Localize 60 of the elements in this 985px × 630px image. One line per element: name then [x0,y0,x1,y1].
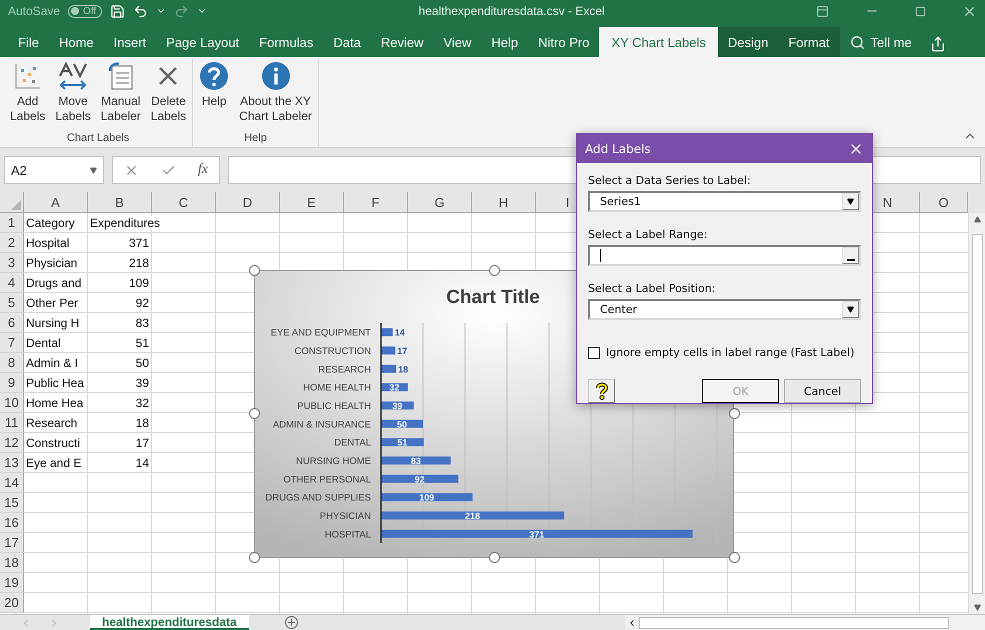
category-label: NURSING HOME [296,456,371,467]
chart-title: Chart Title [446,287,540,308]
table-cell: Nursing H [26,316,80,330]
table-cell: 83 [136,316,149,330]
group-label: Help [243,132,268,146]
category-label: RESEARCH [318,364,371,376]
category-label: CONSTRUCTION [294,346,371,357]
table-cell: 32 [136,396,149,410]
category-label: DRUGS AND SUPPLIES [265,492,371,504]
data-label: 39 [392,401,402,411]
category-label: DENTAL [334,438,371,449]
table-cell: 50 [136,356,149,370]
table-cell: 51 [136,336,149,350]
data-label: 32 [389,382,400,393]
category-label: PUBLIC HEALTH [297,401,371,412]
data-label: 218 [465,511,480,521]
data-label: 50 [397,419,407,430]
table-cell: Other Per [26,296,78,310]
data-label: 109 [419,492,434,503]
data-label: 17 [397,346,408,356]
data-label: 51 [397,438,408,448]
table-cell: Drugs and [26,276,82,290]
data-label: 83 [410,456,421,466]
data-label: 371 [529,529,544,540]
table-cell: 371 [128,236,149,250]
checkbox-label: Ignore empty cells in label range (Fast Label) [606,346,854,359]
data-label: 92 [414,474,425,484]
table-cell: Eye and E [26,456,82,470]
table-cell: 17 [136,436,149,450]
field-label: Select a Label Range: [588,228,708,241]
field-label: Select a Data Series to Label: [588,174,751,187]
table-cell: Constructi [26,436,80,450]
data-label: 14 [394,328,405,338]
data-label: 18 [398,364,408,374]
autosave-label: AutoSave [8,4,60,18]
table-cell: 14 [136,456,149,470]
table-cell: Home Hea [26,396,84,410]
category-label: HOSPITAL [324,529,371,540]
category-label: ADMIN & INSURANCE [272,419,371,430]
category-label: OTHER PERSONAL [283,474,371,486]
table-cell: Expenditures [90,216,160,230]
table-cell: Admin & I [26,356,78,370]
table-cell: 39 [136,376,149,390]
table-cell: 92 [136,296,149,310]
window-title: healthexpendituresdata.csv - Excel [418,4,606,18]
table-cell: Category [26,216,75,230]
category-label: HOME HEALTH [303,382,371,394]
group-label: Chart Labels [66,132,130,146]
table-cell: Physician [26,256,78,270]
table-cell: Dental [26,336,61,350]
category-label: PHYSICIAN [320,511,371,522]
field-label: Select a Label Position: [588,282,716,295]
dialog-title: Add Labels [585,142,651,156]
table-cell: 18 [136,416,149,430]
table-cell: 109 [128,276,149,290]
table-cell: 218 [128,256,149,270]
table-cell: Research [26,416,78,430]
category-label: EYE AND EQUIPMENT [270,328,371,339]
table-cell: Public Hea [26,376,84,390]
table-cell: Hospital [26,236,70,250]
